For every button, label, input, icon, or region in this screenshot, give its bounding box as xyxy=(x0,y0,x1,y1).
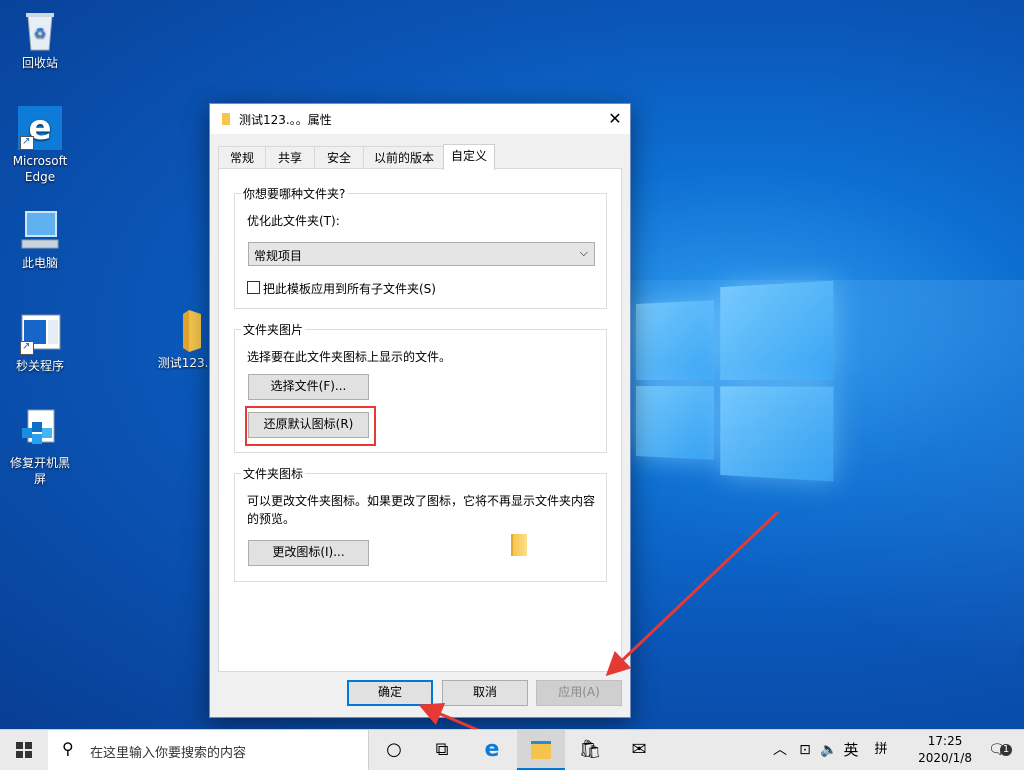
cortana-circle-icon: ○ xyxy=(386,739,402,760)
desktop-icon-label: 修复开机黑屏 xyxy=(10,456,70,486)
desktop-icon-this-pc[interactable]: 此电脑 xyxy=(5,208,75,271)
taskbar-mail[interactable]: ✉ xyxy=(615,730,663,770)
chevron-down-icon: ⌵ xyxy=(580,246,588,260)
notification-count: 1 xyxy=(1000,744,1012,756)
mail-icon: ✉ xyxy=(631,739,646,760)
ime-mode-button[interactable]: 拼 xyxy=(870,730,892,770)
choose-file-button[interactable]: 选择文件(F)... xyxy=(248,374,369,400)
taskbar-clock[interactable]: 17:25 2020/1/8 xyxy=(918,733,972,767)
tray-overflow-chevron[interactable]: ︿ xyxy=(770,730,790,770)
windows-start-icon xyxy=(16,742,32,758)
customize-panel: 你想要哪种文件夹? 优化此文件夹(T): 常规项目 ⌵ 把此模板应用到所有子文件… xyxy=(218,168,622,672)
tab-security[interactable]: 安全 xyxy=(314,146,364,169)
taskbar: ⚲ 在这里输入你要搜索的内容 ○ ⧉ e 🛍 ✉ ︿ ⊡ 🔈 英 拼 17:25… xyxy=(0,729,1024,770)
group-legend: 文件夹图标 xyxy=(241,465,305,482)
cancel-button[interactable]: 取消 xyxy=(442,680,528,706)
volume-tray-button[interactable]: 🔈 xyxy=(818,730,840,770)
computer-icon xyxy=(18,208,62,252)
recycle-bin-icon: ♻ xyxy=(18,8,62,52)
ok-button[interactable]: 确定 xyxy=(347,680,433,706)
ime-language-button[interactable]: 英 xyxy=(840,730,862,770)
optimize-label: 优化此文件夹(T): xyxy=(247,212,340,229)
network-tray-button[interactable]: ⊡ xyxy=(794,730,816,770)
dialog-titlebar[interactable]: 测试123.。。属性 ✕ xyxy=(210,104,630,134)
task-view-button[interactable]: ⧉ xyxy=(418,730,466,770)
task-view-icon: ⧉ xyxy=(436,739,449,760)
folder-icon-group: 文件夹图标 可以更改文件夹图标。如果更改了图标，它将不再显示文件夹内容的预览。 … xyxy=(234,473,607,582)
cortana-button[interactable]: ○ xyxy=(370,730,418,770)
properties-dialog: 测试123.。。属性 ✕ 常规 共享 安全 以前的版本 自定义 你想要哪种文件夹… xyxy=(209,103,631,718)
apply-subfolders-label[interactable]: 把此模板应用到所有子文件夹(S) xyxy=(263,280,436,297)
tab-customize[interactable]: 自定义 xyxy=(443,144,495,170)
clock-time: 17:25 xyxy=(918,733,972,750)
apply-button[interactable]: 应用(A) xyxy=(536,680,622,706)
speaker-icon: 🔈 xyxy=(820,742,837,758)
tab-general[interactable]: 常规 xyxy=(218,146,266,169)
change-icon-button[interactable]: 更改图标(I)... xyxy=(248,540,369,566)
store-bag-icon: 🛍 xyxy=(579,739,602,760)
group-legend: 文件夹图片 xyxy=(241,321,305,338)
shortcut-arrow-icon xyxy=(20,136,34,150)
taskbar-store[interactable]: 🛍 xyxy=(566,730,614,770)
folder-icon xyxy=(163,308,207,352)
desktop-icon-edge[interactable]: e Microsoft Edge xyxy=(5,106,75,185)
optimize-value: 常规项目 xyxy=(254,247,302,264)
program-window-icon xyxy=(18,311,62,355)
repair-tool-icon xyxy=(18,408,62,452)
chevron-up-icon: ︿ xyxy=(773,742,787,758)
action-center-button[interactable]: 🗨 1 xyxy=(980,730,1014,770)
folder-icon-desc: 可以更改文件夹图标。如果更改了图标，它将不再显示文件夹内容的预览。 xyxy=(247,492,602,528)
desktop-icon-label: 秒关程序 xyxy=(16,359,64,373)
desktop-icon-label: 测试123.. xyxy=(158,356,213,370)
apply-subfolders-checkbox[interactable] xyxy=(247,281,260,294)
clock-date: 2020/1/8 xyxy=(918,750,972,767)
tab-previous-versions[interactable]: 以前的版本 xyxy=(363,146,445,169)
folder-preview-icon xyxy=(511,534,527,556)
dialog-title: 测试123.。。属性 xyxy=(239,111,332,128)
shortcut-arrow-icon xyxy=(20,341,34,355)
folder-icon xyxy=(222,113,230,125)
windows-logo-wallpaper xyxy=(636,280,841,479)
tab-sharing[interactable]: 共享 xyxy=(265,146,315,169)
svg-text:♻: ♻ xyxy=(34,26,47,42)
desktop-icon-label: Microsoft Edge xyxy=(13,154,68,184)
taskbar-edge[interactable]: e xyxy=(468,730,516,770)
search-placeholder: 在这里输入你要搜索的内容 xyxy=(90,742,246,761)
taskbar-search-box[interactable]: ⚲ 在这里输入你要搜索的内容 xyxy=(48,730,369,770)
network-icon: ⊡ xyxy=(799,742,811,758)
taskbar-file-explorer[interactable] xyxy=(517,730,565,770)
optimize-select[interactable]: 常规项目 ⌵ xyxy=(248,242,595,266)
highlight-box xyxy=(245,406,376,446)
desktop-icon-label: 回收站 xyxy=(22,56,58,70)
edge-icon: e xyxy=(18,106,62,150)
folder-icon xyxy=(531,741,551,759)
desktop-icon-label: 此电脑 xyxy=(22,256,58,270)
folder-type-group: 你想要哪种文件夹? 优化此文件夹(T): 常规项目 ⌵ 把此模板应用到所有子文件… xyxy=(234,193,607,309)
close-icon: ✕ xyxy=(608,109,621,128)
edge-icon: e xyxy=(485,737,500,762)
start-button[interactable] xyxy=(0,730,48,770)
desktop-icon-repair-boot[interactable]: 修复开机黑屏 xyxy=(5,408,75,487)
folder-picture-desc: 选择要在此文件夹图标上显示的文件。 xyxy=(247,348,451,365)
desktop-icon-miaoguan[interactable]: 秒关程序 xyxy=(5,311,75,374)
desktop-icon-recycle-bin[interactable]: ♻ 回收站 xyxy=(5,8,75,71)
search-icon: ⚲ xyxy=(62,739,74,758)
group-legend: 你想要哪种文件夹? xyxy=(241,185,347,202)
close-button[interactable]: ✕ xyxy=(600,104,630,134)
